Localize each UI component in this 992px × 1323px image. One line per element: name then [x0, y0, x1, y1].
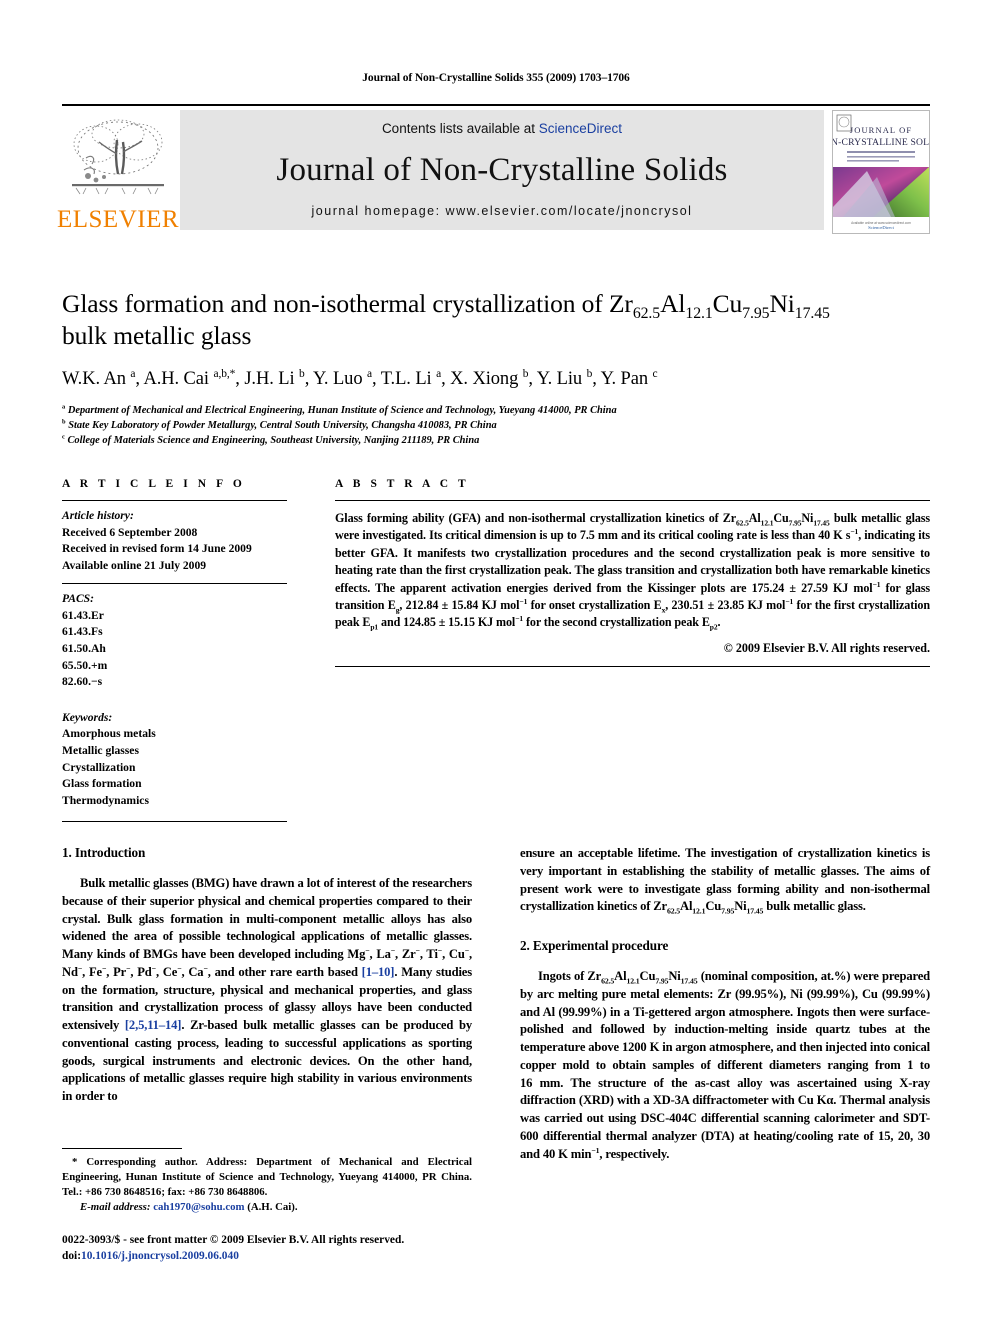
- keywords-block: Keywords: Amorphous metals Metallic glas…: [62, 700, 287, 809]
- section-heading-experimental: 2. Experimental procedure: [520, 938, 669, 953]
- abstract-text: Glass forming ability (GFA) and non-isot…: [335, 511, 930, 632]
- abstract-column: A B S T R A C T Glass forming ability (G…: [335, 478, 930, 822]
- doi-line: doi:10.1016/j.jnoncrysol.2009.06.040: [62, 1248, 662, 1264]
- history-online: Available online 21 July 2009: [62, 558, 207, 572]
- body-column-right: ensure an acceptable lifetime. The inves…: [520, 845, 930, 1163]
- citation-link[interactable]: [2,5,11–14]: [125, 1018, 182, 1032]
- journal-masthead: ELSEVIER Contents lists available at Sci…: [57, 104, 930, 234]
- title-text-part-2: bulk metallic glass: [62, 321, 252, 351]
- doi-prefix: doi:: [62, 1250, 81, 1263]
- contents-available-line: Contents lists available at ScienceDirec…: [382, 121, 622, 136]
- doi-link[interactable]: 10.1016/j.jnoncrysol.2009.06.040: [81, 1250, 239, 1262]
- title-block: Glass formation and non-isothermal cryst…: [62, 288, 930, 449]
- issn-doi-block: 0022-3093/$ - see front matter © 2009 El…: [62, 1232, 662, 1264]
- abstract-rule-bottom: [335, 665, 930, 667]
- affiliation-list: a Department of Mechanical and Electrica…: [62, 404, 930, 448]
- section-heading-introduction: 1. Introduction: [62, 845, 146, 860]
- masthead-band: Contents lists available at ScienceDirec…: [180, 110, 824, 230]
- pacs-label: PACS:: [62, 592, 94, 606]
- pacs-item: 61.43.Fs: [62, 625, 103, 639]
- svg-text:NON-CRYSTALLINE SOLIDS: NON-CRYSTALLINE SOLIDS: [833, 137, 929, 148]
- footnote-corresponding-text: * Corresponding author. Address: Departm…: [62, 1156, 472, 1198]
- pacs-item: 82.60.−s: [62, 675, 103, 689]
- page-title: Glass formation and non-isothermal cryst…: [62, 288, 930, 352]
- abstract-heading: A B S T R A C T: [335, 478, 470, 490]
- pacs-item: 65.50.+m: [62, 658, 108, 672]
- affiliation-b: b State Key Laboratory of Powder Metallu…: [62, 418, 497, 432]
- corresponding-author-footnote: * Corresponding author. Address: Departm…: [62, 1148, 472, 1215]
- history-received: Received 6 September 2008: [62, 525, 198, 539]
- affiliation-c: c College of Materials Science and Engin…: [62, 433, 480, 446]
- pacs-item: 61.43.Er: [62, 608, 104, 622]
- intro-paragraph-continued: ensure an acceptable lifetime. The inves…: [520, 846, 930, 916]
- title-text-cu: Cu: [712, 289, 743, 318]
- body-column-left: 1. Introduction Bulk metallic glasses (B…: [62, 845, 472, 1163]
- journal-cover-thumbnail[interactable]: JOURNAL OF NON-CRYSTALLINE SOLIDS: [832, 110, 930, 234]
- footnote-rule: [62, 1148, 182, 1149]
- issn-line: 0022-3093/$ - see front matter © 2009 El…: [62, 1234, 405, 1246]
- title-text-part-1: Glass formation and non-isothermal cryst…: [62, 289, 633, 318]
- cover-art: JOURNAL OF NON-CRYSTALLINE SOLIDS: [833, 111, 929, 233]
- title-text-ni: Ni: [769, 289, 795, 318]
- intro-paragraph: Bulk metallic glasses (BMG) have drawn a…: [62, 876, 472, 1103]
- journal-title: Journal of Non-Crystalline Solids: [276, 151, 728, 188]
- elsevier-tree-icon: [72, 119, 164, 195]
- elsevier-logo: ELSEVIER: [57, 110, 179, 234]
- article-info-column: A R T I C L E I N F O Article history: R…: [62, 478, 287, 823]
- article-first-page: Journal of Non-Crystalline Solids 355 (2…: [0, 0, 992, 1323]
- abstract-copyright: © 2009 Elsevier B.V. All rights reserved…: [723, 640, 930, 655]
- keyword-item: Amorphous metals: [62, 727, 156, 741]
- keyword-item: Glass formation: [62, 777, 142, 791]
- title-text-al: Al: [660, 289, 686, 318]
- journal-homepage-link[interactable]: journal homepage: www.elsevier.com/locat…: [312, 204, 693, 218]
- running-head: Journal of Non-Crystalline Solids 355 (2…: [362, 72, 630, 84]
- pacs-block: PACS: 61.43.Er 61.43.Fs 61.50.Ah 65.50.+…: [62, 584, 287, 699]
- keywords-label: Keywords:: [62, 710, 113, 724]
- experimental-paragraph: Ingots of Zr62.5Al12.1Cu7.95Ni17.45 (nom…: [520, 969, 930, 1161]
- article-history-label: Article history:: [62, 509, 134, 522]
- sciencedirect-link[interactable]: ScienceDirect: [539, 121, 622, 136]
- email-owner: (A.H. Cai).: [247, 1200, 298, 1213]
- footnote-email-line: E-mail address: cah1970@sohu.com (A.H. C…: [62, 1200, 472, 1215]
- email-link[interactable]: cah1970@sohu.com: [153, 1201, 244, 1213]
- elsevier-wordmark: ELSEVIER: [56, 206, 180, 233]
- title-subscript-cu: 7.95: [742, 305, 770, 323]
- history-revised: Received in revised form 14 June 2009: [62, 542, 252, 556]
- title-subscript-al: 12.1: [685, 305, 713, 323]
- author-list: W.K. An a, A.H. Cai a,b,*, J.H. Li b, Y.…: [62, 368, 658, 390]
- keyword-item: Crystallization: [62, 760, 136, 774]
- article-info-heading: A R T I C L E I N F O: [62, 478, 246, 490]
- body-columns: 1. Introduction Bulk metallic glasses (B…: [62, 845, 930, 1163]
- info-abstract-row: A R T I C L E I N F O Article history: R…: [62, 478, 930, 823]
- title-subscript-zr: 62.5: [632, 305, 661, 323]
- citation-link[interactable]: [1–10]: [362, 965, 395, 979]
- cover-sciencedirect-label: ScienceDirect: [868, 225, 894, 230]
- keyword-item: Thermodynamics: [62, 793, 149, 807]
- article-info-rule-bottom: [62, 821, 287, 823]
- svg-text:JOURNAL OF: JOURNAL OF: [850, 125, 912, 135]
- affiliation-a: a Department of Mechanical and Electrica…: [62, 403, 617, 417]
- title-subscript-ni: 17.45: [794, 305, 830, 323]
- email-label: E-mail address:: [80, 1200, 151, 1213]
- article-history-block: Article history: Received 6 September 20…: [62, 501, 287, 583]
- pacs-item: 61.50.Ah: [62, 642, 106, 656]
- keyword-item: Metallic glasses: [62, 743, 139, 757]
- contents-prefix: Contents lists available at: [381, 121, 539, 136]
